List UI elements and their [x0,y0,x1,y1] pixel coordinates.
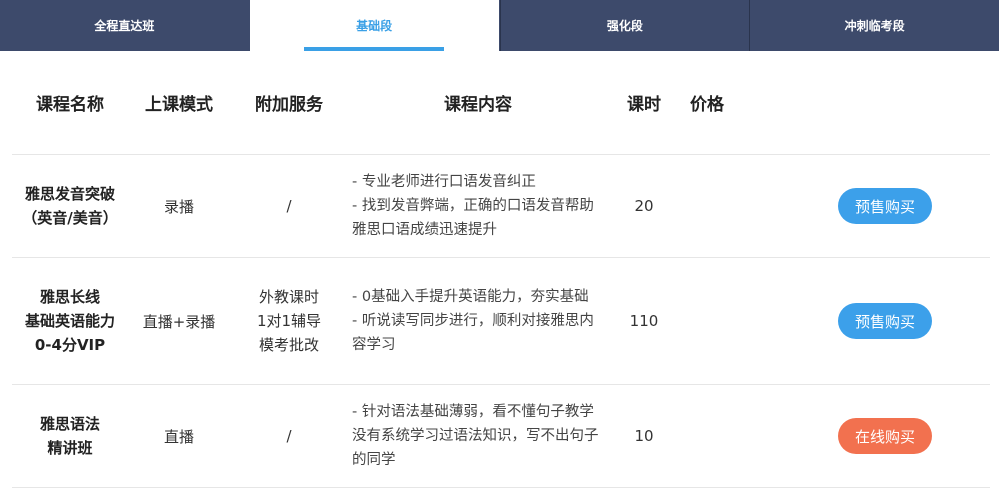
price-placeholder [690,301,800,341]
tab-label: 强化段 [606,19,643,33]
course-hours: 20 [634,197,654,215]
extra-service: 外教课时 1对1辅导 模考批改 [256,288,322,354]
table-row: 雅思发音突破 （英音/美音） 录播 / - 专业老师进行口语发音纠正 - 找到发… [12,155,990,258]
course-name: 雅思发音突破 （英音/美音） [22,185,118,227]
action-cell: 在线购买 [810,418,960,454]
extra-service: / [286,427,292,445]
tab-sprint[interactable]: 冲刺临考段 [749,0,999,51]
price-placeholder [690,416,800,456]
course-content: - 专业老师进行口语发音纠正 - 找到发音弊端，正确的口语发音帮助雅思口语成绩迅… [348,170,608,242]
presale-buy-button[interactable]: 预售购买 [838,303,932,339]
tab-intensive[interactable]: 强化段 [499,0,750,51]
header-hours: 课时 [627,95,661,115]
class-mode: 录播 [163,197,194,216]
header-price: 价格 [690,95,724,115]
content-line: - 专业老师进行口语发音纠正 [352,174,536,190]
course-hours: 110 [629,312,659,330]
tab-full-course[interactable]: 全程直达班 [0,0,249,51]
course-name: 雅思长线 基础英语能力 0-4分VIP [24,288,115,354]
course-content: - 针对语法基础薄弱，看不懂句子教学没有系统学习过语法知识，写不出句子的同学 [348,400,608,472]
content-line: - 0基础入手提升英语能力，夯实基础 [352,289,589,305]
price-cell [680,186,810,226]
content-line: - 听说读写同步进行，顺利对接雅思内容学习 [352,313,594,353]
header-class-mode: 上课模式 [145,95,213,115]
class-mode: 直播 [163,427,194,446]
price-cell [680,301,810,341]
course-stage-tabs: 全程直达班 基础段 强化段 冲刺临考段 [0,0,999,51]
table-row: 雅思语法 精讲班 直播 / - 针对语法基础薄弱，看不懂句子教学没有系统学习过语… [12,385,990,488]
price-placeholder [690,186,800,226]
online-buy-button[interactable]: 在线购买 [838,418,932,454]
class-mode: 直播+录播 [142,312,216,331]
action-cell: 预售购买 [810,303,960,339]
price-cell [680,416,810,456]
content-line: - 找到发音弊端，正确的口语发音帮助雅思口语成绩迅速提升 [352,198,594,238]
content-line: - 针对语法基础薄弱，看不懂句子教学没有系统学习过语法知识，写不出句子的同学 [352,404,599,468]
tab-label: 全程直达班 [94,19,155,33]
course-hours: 10 [634,427,654,445]
header-course-content: 课程内容 [444,95,512,115]
tab-label: 基础段 [356,19,393,33]
tab-foundation[interactable]: 基础段 [248,0,500,51]
header-extra-service: 附加服务 [255,95,323,115]
table-header: 课程名称 上课模式 附加服务 课程内容 课时 价格 [12,51,990,155]
action-cell: 预售购买 [810,188,960,224]
tab-label: 冲刺临考段 [844,19,905,33]
table-row: 雅思长线 基础英语能力 0-4分VIP 直播+录播 外教课时 1对1辅导 模考批… [12,258,990,385]
extra-service: / [286,197,292,215]
course-name: 雅思语法 精讲班 [39,415,100,457]
course-content: - 0基础入手提升英语能力，夯实基础 - 听说读写同步进行，顺利对接雅思内容学习 [348,285,608,357]
presale-buy-button[interactable]: 预售购买 [838,188,932,224]
header-course-name: 课程名称 [36,95,104,115]
course-table: 课程名称 上课模式 附加服务 课程内容 课时 价格 雅思发音突破 （英音/美音）… [12,51,990,488]
